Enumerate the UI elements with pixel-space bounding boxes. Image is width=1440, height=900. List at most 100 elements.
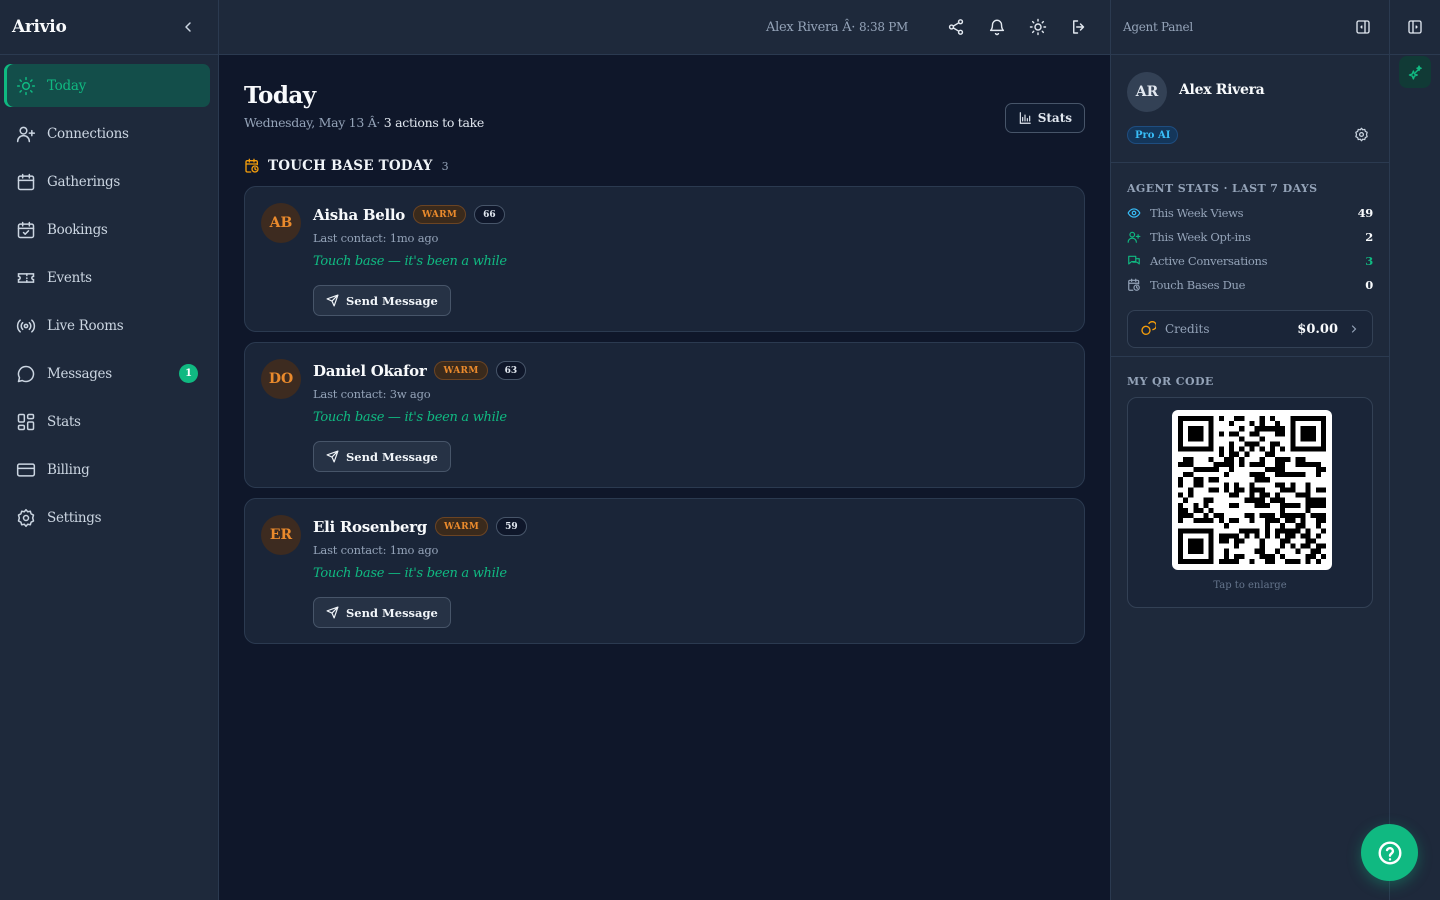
plan-badge: Pro AI <box>1127 126 1179 144</box>
bar-chart-icon <box>1019 112 1031 124</box>
qr-module <box>1295 416 1301 422</box>
qr-module <box>1300 543 1306 549</box>
qr-module <box>1193 558 1199 564</box>
qr-title: MY QR CODE <box>1127 375 1214 388</box>
qr-module <box>1249 518 1255 524</box>
sidebar-item-connections[interactable]: Connections <box>4 112 210 155</box>
qr-module <box>1234 482 1240 488</box>
qr-module <box>1310 553 1316 559</box>
stat-value: 2 <box>1365 230 1373 244</box>
touch-base-hint: Touch base — it's been a while <box>313 410 507 425</box>
qr-module <box>1188 538 1194 544</box>
qr-module <box>1295 456 1301 462</box>
qr-module <box>1178 482 1184 488</box>
chevron-left-icon[interactable] <box>180 19 196 35</box>
qr-module <box>1178 416 1184 422</box>
send-message-button[interactable]: Send Message <box>313 597 451 628</box>
qr-module <box>1239 487 1245 493</box>
stats-button[interactable]: Stats <box>1004 103 1085 133</box>
sidebar-item-gatherings[interactable]: Gatherings <box>4 160 210 203</box>
qr-code[interactable] <box>1172 410 1332 570</box>
qr-module <box>1280 538 1286 544</box>
qr-module <box>1234 543 1240 549</box>
qr-module <box>1229 456 1235 462</box>
qr-module <box>1218 431 1224 437</box>
qr-module <box>1254 548 1260 554</box>
qr-module <box>1188 426 1194 432</box>
ai-assistant-button[interactable] <box>1399 56 1431 88</box>
qr-module <box>1223 548 1230 554</box>
bell-icon[interactable] <box>988 18 1006 36</box>
qr-module <box>1264 523 1270 529</box>
qr-module <box>1183 497 1189 503</box>
status-badge: WARM <box>434 517 489 536</box>
contact-name[interactable]: Daniel Okafor <box>313 362 427 380</box>
qr-module <box>1285 502 1291 508</box>
qr-module <box>1198 431 1204 437</box>
sidebar-item-stats[interactable]: Stats <box>4 400 210 443</box>
panel-toggle-icon[interactable] <box>1407 19 1423 35</box>
qr-module <box>1193 507 1199 513</box>
qr-module <box>1208 543 1214 549</box>
qr-module <box>1203 446 1209 452</box>
qr-module <box>1254 497 1260 503</box>
sun-icon[interactable] <box>1029 18 1047 36</box>
qr-module <box>1300 431 1306 437</box>
qr-module <box>1198 446 1204 452</box>
qr-module <box>1259 421 1265 427</box>
panel-toggle-icon[interactable] <box>1355 19 1371 35</box>
qr-module <box>1290 436 1296 442</box>
qr-module <box>1285 538 1291 544</box>
qr-module <box>1178 533 1184 539</box>
qr-module <box>1178 446 1184 452</box>
gear-icon[interactable] <box>1354 127 1369 142</box>
qr-module <box>1320 416 1326 422</box>
share-icon[interactable] <box>947 18 965 36</box>
eye-icon <box>1127 208 1141 218</box>
qr-module <box>1208 436 1214 442</box>
messages-badge: 1 <box>179 364 198 383</box>
qr-module <box>1290 487 1296 493</box>
sidebar-item-settings[interactable]: Settings <box>4 496 210 539</box>
qr-module <box>1178 436 1184 442</box>
send-message-button[interactable]: Send Message <box>313 441 451 472</box>
qr-module <box>1290 416 1296 422</box>
qr-module <box>1188 548 1194 554</box>
qr-module <box>1320 426 1326 432</box>
chevron-right-icon <box>1351 325 1357 333</box>
help-button[interactable] <box>1361 824 1418 881</box>
qr-module <box>1305 426 1311 432</box>
qr-module <box>1249 441 1255 447</box>
agent-panel: Agent Panel AR Alex Rivera Pro AI AGENT … <box>1110 0 1390 900</box>
qr-module <box>1183 416 1189 422</box>
qr-module <box>1234 416 1240 422</box>
qr-module <box>1244 533 1250 539</box>
qr-module <box>1234 451 1240 457</box>
sidebar-item-live-rooms[interactable]: Live Rooms <box>4 304 210 347</box>
sidebar-item-events[interactable]: Events <box>4 256 210 299</box>
score-badge: 63 <box>495 361 527 380</box>
qr-module <box>1305 502 1311 508</box>
contact-name[interactable]: Eli Rosenberg <box>313 518 427 536</box>
qr-module <box>1254 528 1260 534</box>
sidebar-item-billing[interactable]: Billing <box>4 448 210 491</box>
send-message-button[interactable]: Send Message <box>313 285 451 316</box>
qr-module <box>1259 436 1265 442</box>
qr-module <box>1315 543 1321 549</box>
contact-name[interactable]: Aisha Bello <box>313 206 405 224</box>
qr-module <box>1188 492 1194 498</box>
sidebar-item-messages[interactable]: Messages 1 <box>4 352 210 395</box>
credits-button[interactable]: Credits $0.00 <box>1127 310 1373 348</box>
qr-module <box>1208 548 1214 554</box>
rail-header <box>1390 0 1440 55</box>
qr-module <box>1290 472 1296 478</box>
sidebar-item-today[interactable]: Today <box>4 64 210 107</box>
sidebar-item-label: Stats <box>47 413 81 430</box>
qr-module <box>1305 497 1311 503</box>
qr-module <box>1295 528 1301 534</box>
sidebar-item-bookings[interactable]: Bookings <box>4 208 210 251</box>
qr-module <box>1274 456 1281 462</box>
logout-icon[interactable] <box>1070 18 1088 36</box>
qr-module <box>1274 497 1281 503</box>
qr-module <box>1178 518 1184 524</box>
